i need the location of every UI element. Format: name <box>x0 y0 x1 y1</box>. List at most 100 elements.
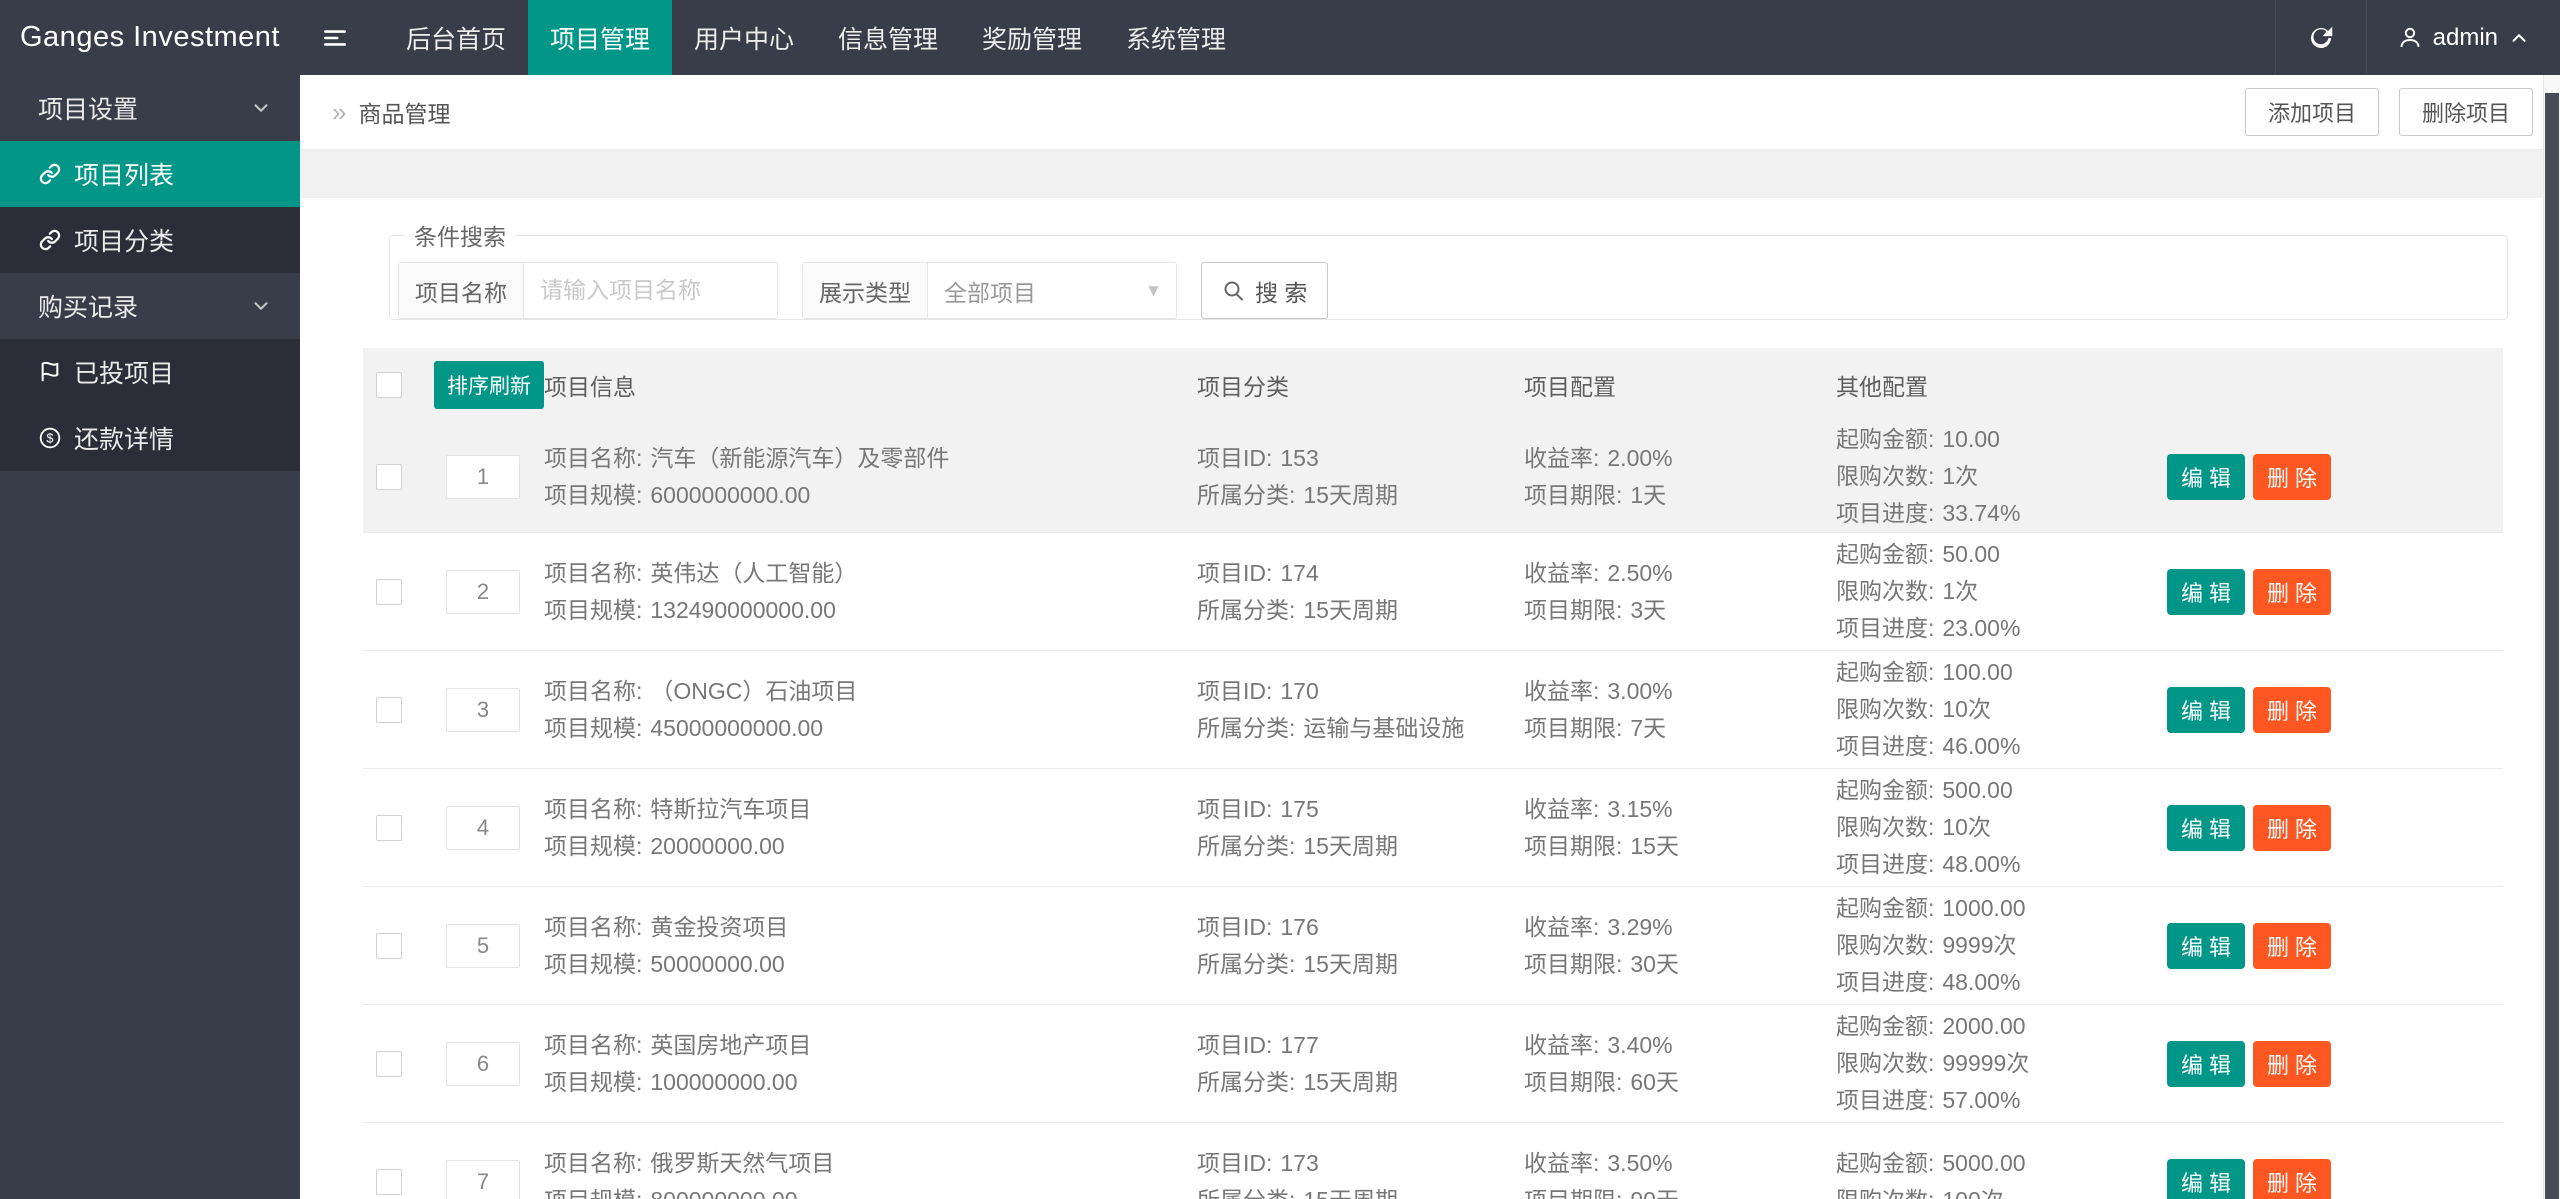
sidebar-item[interactable]: 项目列表 <box>0 141 300 207</box>
cell-other-config: 起购金额: 10.00 限购次数: 1次 项目进度: 33.74% <box>1836 426 2021 526</box>
nav-item[interactable]: 信息管理 <box>816 0 960 75</box>
cell-project-info: 项目名称: 汽车（新能源汽车）及零部件 项目规模: 6000000000.00 <box>544 444 950 508</box>
vertical-scrollbar[interactable] <box>2543 75 2560 1199</box>
cell-project-info: 项目名称: 黄金投资项目 项目规模: 50000000.00 <box>544 913 789 977</box>
cell-actions: 编 辑 删 除 <box>2167 1040 2503 1087</box>
sort-order-input[interactable] <box>446 923 520 968</box>
sidebar-item[interactable]: 已投项目 <box>0 339 300 405</box>
project-name-label: 项目名称 <box>399 263 524 318</box>
edit-button[interactable]: 编 辑 <box>2167 686 2245 733</box>
sort-order-input[interactable] <box>446 1159 520 1199</box>
edit-button[interactable]: 编 辑 <box>2167 1158 2245 1199</box>
user-icon <box>2397 25 2423 51</box>
chevron-down-icon <box>250 295 272 317</box>
sidebar-item[interactable]: $ 还款详情 <box>0 405 300 471</box>
search-button[interactable]: 搜 索 <box>1201 262 1329 319</box>
row-checkbox[interactable] <box>376 696 402 723</box>
navbar-right: admin <box>2274 0 2560 75</box>
select-all-checkbox[interactable] <box>376 371 402 398</box>
delete-button[interactable]: 删 除 <box>2253 1158 2331 1199</box>
flag-icon <box>38 360 62 384</box>
row-checkbox[interactable] <box>376 463 402 490</box>
edit-button[interactable]: 编 辑 <box>2167 568 2245 615</box>
nav-item[interactable]: 后台首页 <box>384 0 528 75</box>
cell-actions: 编 辑 删 除 <box>2167 453 2503 500</box>
row-checkbox[interactable] <box>376 578 402 605</box>
username: admin <box>2432 23 2498 51</box>
cell-project-category: 项目ID: 174 所属分类: 15天周期 <box>1197 559 1398 623</box>
nav-item[interactable]: 项目管理 <box>528 0 672 75</box>
row-checkbox[interactable] <box>376 1050 402 1077</box>
table-body: 项目名称:汽车（新能源汽车）及零部件 项目规模:6000000000.00 项目… <box>363 421 2503 1199</box>
display-type-select[interactable]: 全部项目 ▼ <box>928 263 1176 318</box>
edit-button[interactable]: 编 辑 <box>2167 453 2245 500</box>
nav-item[interactable]: 系统管理 <box>1104 0 1248 75</box>
display-type-label: 展示类型 <box>803 263 928 318</box>
edit-button[interactable]: 编 辑 <box>2167 804 2245 851</box>
cell-actions: 编 辑 删 除 <box>2167 686 2503 733</box>
sidebar: 项目设置 项目列表 项目分类 购买记录 已投项目 $ 还款详情 <box>0 75 300 1199</box>
sidebar-item[interactable]: 购买记录 <box>0 273 300 339</box>
refresh-button[interactable] <box>2274 0 2366 75</box>
table-row: 项目名称:黄金投资项目 项目规模:50000000.00 项目ID:176 所属… <box>363 887 2503 1005</box>
sort-order-input[interactable] <box>446 805 520 850</box>
page-title: 商品管理 <box>358 101 451 127</box>
breadcrumb: » 商品管理 <box>332 95 450 129</box>
scrollbar-thumb[interactable] <box>2545 93 2559 1199</box>
cell-project-category: 项目ID: 153 所属分类: 15天周期 <box>1197 444 1398 508</box>
delete-project-button[interactable]: 删除项目 <box>2398 88 2533 136</box>
sort-order-input[interactable] <box>446 454 520 499</box>
sidebar-item[interactable]: 项目设置 <box>0 75 300 141</box>
table-header: 排序刷新 项目信息 项目分类 项目配置 其他配置 <box>363 348 2503 421</box>
sort-order-input[interactable] <box>446 569 520 614</box>
delete-button[interactable]: 删 除 <box>2253 1040 2331 1087</box>
sidebar-toggle[interactable] <box>300 0 370 75</box>
cell-project-config: 收益率:3.50% 项目期限:90天 <box>1524 1149 1679 1199</box>
sort-order-input[interactable] <box>446 687 520 732</box>
search-form: 项目名称 展示类型 全部项目 ▼ 搜 索 <box>398 262 2507 319</box>
edit-button[interactable]: 编 辑 <box>2167 1040 2245 1087</box>
cell-project-info: 项目名称: 英伟达（人工智能） 项目规模: 132490000000.00 <box>544 559 858 623</box>
edit-button[interactable]: 编 辑 <box>2167 922 2245 969</box>
cell-project-config: 收益率: 3.40% 项目期限: 60天 <box>1524 1031 1679 1095</box>
delete-button[interactable]: 删 除 <box>2253 922 2331 969</box>
cell-project-config: 收益率: 3.00% 项目期限: 7天 <box>1524 677 1673 741</box>
delete-button[interactable]: 删 除 <box>2253 453 2331 500</box>
cell-project-category: 项目ID: 177 所属分类: 15天周期 <box>1197 1031 1398 1095</box>
sort-refresh-button[interactable]: 排序刷新 <box>434 360 544 409</box>
search-panel-title: 条件搜索 <box>414 224 506 250</box>
delete-button[interactable]: 删 除 <box>2253 686 2331 733</box>
cell-project-config: 收益率: 3.15% 项目期限: 15天 <box>1524 795 1679 859</box>
cell-project-category: 项目ID: 175 所属分类: 15天周期 <box>1197 795 1398 859</box>
cell-project-info: 项目名称: 英国房地产项目 项目规模: 100000000.00 <box>544 1031 812 1095</box>
display-type-value: 全部项目 <box>944 279 1036 306</box>
cell-actions: 编 辑 删 除 <box>2167 922 2503 969</box>
user-menu[interactable]: admin <box>2365 0 2560 75</box>
cell-project-info: 项目名称: 特斯拉汽车项目 项目规模: 20000000.00 <box>544 795 812 859</box>
sort-order-input[interactable] <box>446 1041 520 1086</box>
breadcrumb-arrow-icon: » <box>332 97 347 127</box>
cell-actions: 编 辑 删 除 <box>2167 568 2503 615</box>
table-row: 项目名称:（ONGC）石油项目 项目规模:45000000000.00 项目ID… <box>363 651 2503 769</box>
add-project-button[interactable]: 添加项目 <box>2244 88 2379 136</box>
link-icon <box>38 228 62 252</box>
breadcrumb-bar: » 商品管理 添加项目 删除项目 <box>300 75 2543 150</box>
sidebar-item[interactable]: 项目分类 <box>0 207 300 273</box>
cell-other-config: 起购金额: 2000.00 限购次数: 99999次 项目进度: 57.00% <box>1836 1013 2030 1113</box>
project-name-group: 项目名称 <box>398 262 778 319</box>
delete-button[interactable]: 删 除 <box>2253 568 2331 615</box>
hamburger-icon <box>321 24 349 52</box>
nav-item[interactable]: 奖励管理 <box>960 0 1104 75</box>
table-row: 项目名称:俄罗斯天然气项目 项目规模:800000000.00 项目ID:173… <box>363 1123 2503 1199</box>
dollar-icon: $ <box>38 426 62 450</box>
row-checkbox[interactable] <box>376 814 402 841</box>
cell-project-info: 项目名称:俄罗斯天然气项目 项目规模:800000000.00 <box>544 1149 835 1199</box>
row-checkbox[interactable] <box>376 932 402 959</box>
refresh-icon <box>2306 23 2336 53</box>
project-name-input[interactable] <box>524 263 777 318</box>
select-arrow-icon: ▼ <box>1145 280 1162 300</box>
top-navbar: Ganges Investment 后台首页 项目管理 用户中心 信息管理 奖励… <box>0 0 2560 75</box>
nav-item[interactable]: 用户中心 <box>672 0 816 75</box>
delete-button[interactable]: 删 除 <box>2253 804 2331 851</box>
row-checkbox[interactable] <box>376 1168 402 1195</box>
